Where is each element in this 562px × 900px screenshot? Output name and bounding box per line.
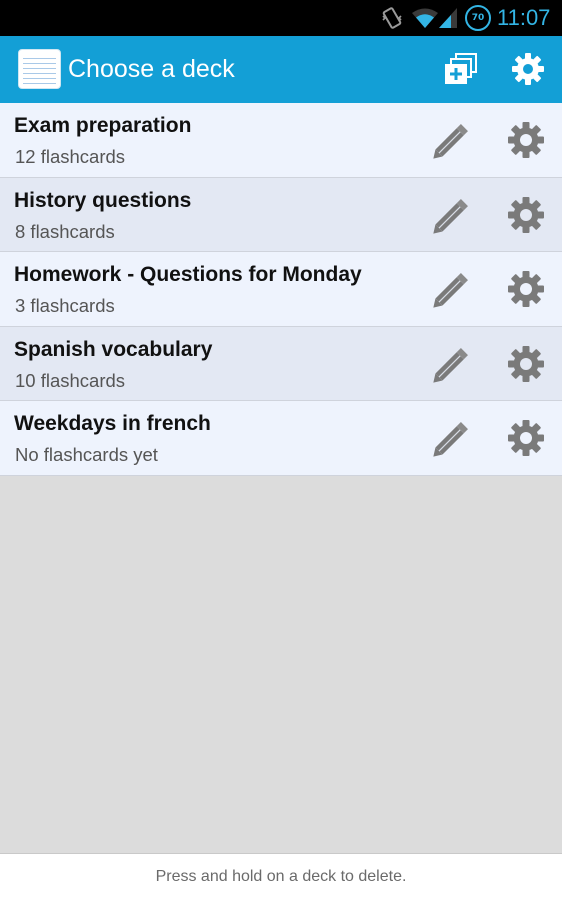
deck-name: History questions: [14, 188, 192, 212]
settings-gear-icon[interactable]: [511, 52, 545, 86]
vibrate-icon: [382, 7, 402, 29]
status-bar: 70 11:07: [0, 0, 562, 36]
page-title: Choose a deck: [68, 55, 235, 83]
clock: 11:07: [497, 5, 551, 30]
deck-settings-gear-icon[interactable]: [507, 345, 545, 383]
deck-name: Exam preparation: [14, 114, 192, 137]
add-deck-icon[interactable]: [442, 51, 480, 87]
edit-pencil-icon[interactable]: [430, 195, 472, 237]
deck-row[interactable]: Homework - Questions for Monday 3 flashc…: [0, 252, 562, 327]
deck-name: Spanish vocabulary: [14, 337, 213, 361]
deck-settings-gear-icon[interactable]: [507, 419, 545, 457]
action-bar: Choose a deck: [0, 36, 562, 103]
deck-card-count: 12 flashcards: [15, 146, 126, 167]
edit-pencil-icon[interactable]: [430, 269, 472, 311]
wifi-icon: [412, 8, 438, 28]
deck-row[interactable]: Exam preparation 12 flashcards: [0, 103, 562, 178]
deck-row[interactable]: Weekdays in french No flashcards yet: [0, 401, 562, 476]
edit-pencil-icon[interactable]: [430, 418, 472, 460]
edit-pencil-icon[interactable]: [430, 344, 472, 386]
deck-row[interactable]: Spanish vocabulary 10 flashcards: [0, 326, 562, 401]
deck-card-count: 3 flashcards: [15, 295, 115, 316]
deck-settings-gear-icon[interactable]: [507, 121, 545, 159]
deck-settings-gear-icon[interactable]: [507, 196, 545, 234]
battery-icon: 70: [465, 5, 491, 31]
edit-pencil-icon[interactable]: [430, 120, 472, 162]
app-logo-icon: [18, 49, 61, 89]
deck-card-count: 8 flashcards: [15, 220, 115, 242]
deck-card-count: No flashcards yet: [15, 444, 158, 465]
deck-card-count: 10 flashcards: [15, 369, 126, 391]
footer: Press and hold on a deck to delete.: [0, 853, 562, 900]
deck-settings-gear-icon[interactable]: [507, 270, 545, 308]
deck-name: Homework - Questions for Monday: [14, 263, 362, 286]
delete-hint: Press and hold on a deck to delete.: [155, 868, 407, 885]
signal-icon: [439, 8, 457, 28]
deck-name: Weekdays in french: [14, 412, 211, 435]
deck-list: Exam preparation 12 flashcards History q…: [0, 103, 562, 476]
deck-row[interactable]: History questions 8 flashcards: [0, 177, 562, 252]
